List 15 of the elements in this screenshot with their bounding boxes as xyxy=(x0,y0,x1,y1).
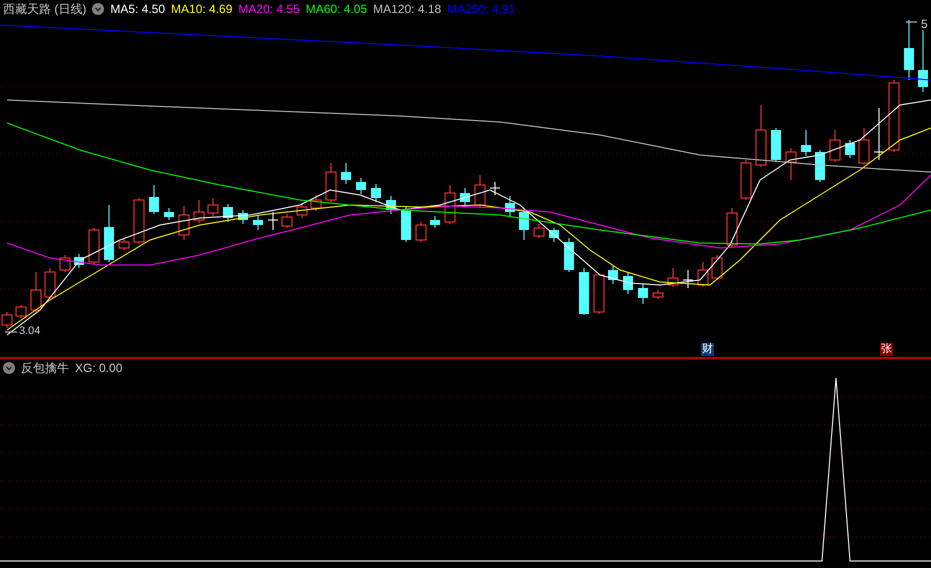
collapse-icon[interactable] xyxy=(92,3,104,15)
collapse-icon[interactable] xyxy=(3,362,15,374)
ma-legend-label: MA5: 4.50 xyxy=(110,1,166,18)
chart-title: 西藏天路 (日线) xyxy=(3,1,86,18)
ma-legend-label: MA120: 4.18 xyxy=(373,1,442,18)
event-marker[interactable]: 财 xyxy=(701,343,714,356)
ma-legend-label: MA10: 4.69 xyxy=(171,1,232,18)
event-marker[interactable]: 张 xyxy=(880,343,893,356)
ma-legend-label: MA250: 4.91 xyxy=(447,1,516,18)
ma-legend-label: MA20: 4.55 xyxy=(238,1,300,18)
low-price-label: 3.04 xyxy=(19,326,40,337)
ma-legend-label: MA60: 4.05 xyxy=(306,1,368,18)
high-price-label: 5 xyxy=(921,18,928,30)
indicator-title: 反包擒牛 xyxy=(21,360,69,377)
indicator-value: XG: 0.00 xyxy=(75,360,122,377)
